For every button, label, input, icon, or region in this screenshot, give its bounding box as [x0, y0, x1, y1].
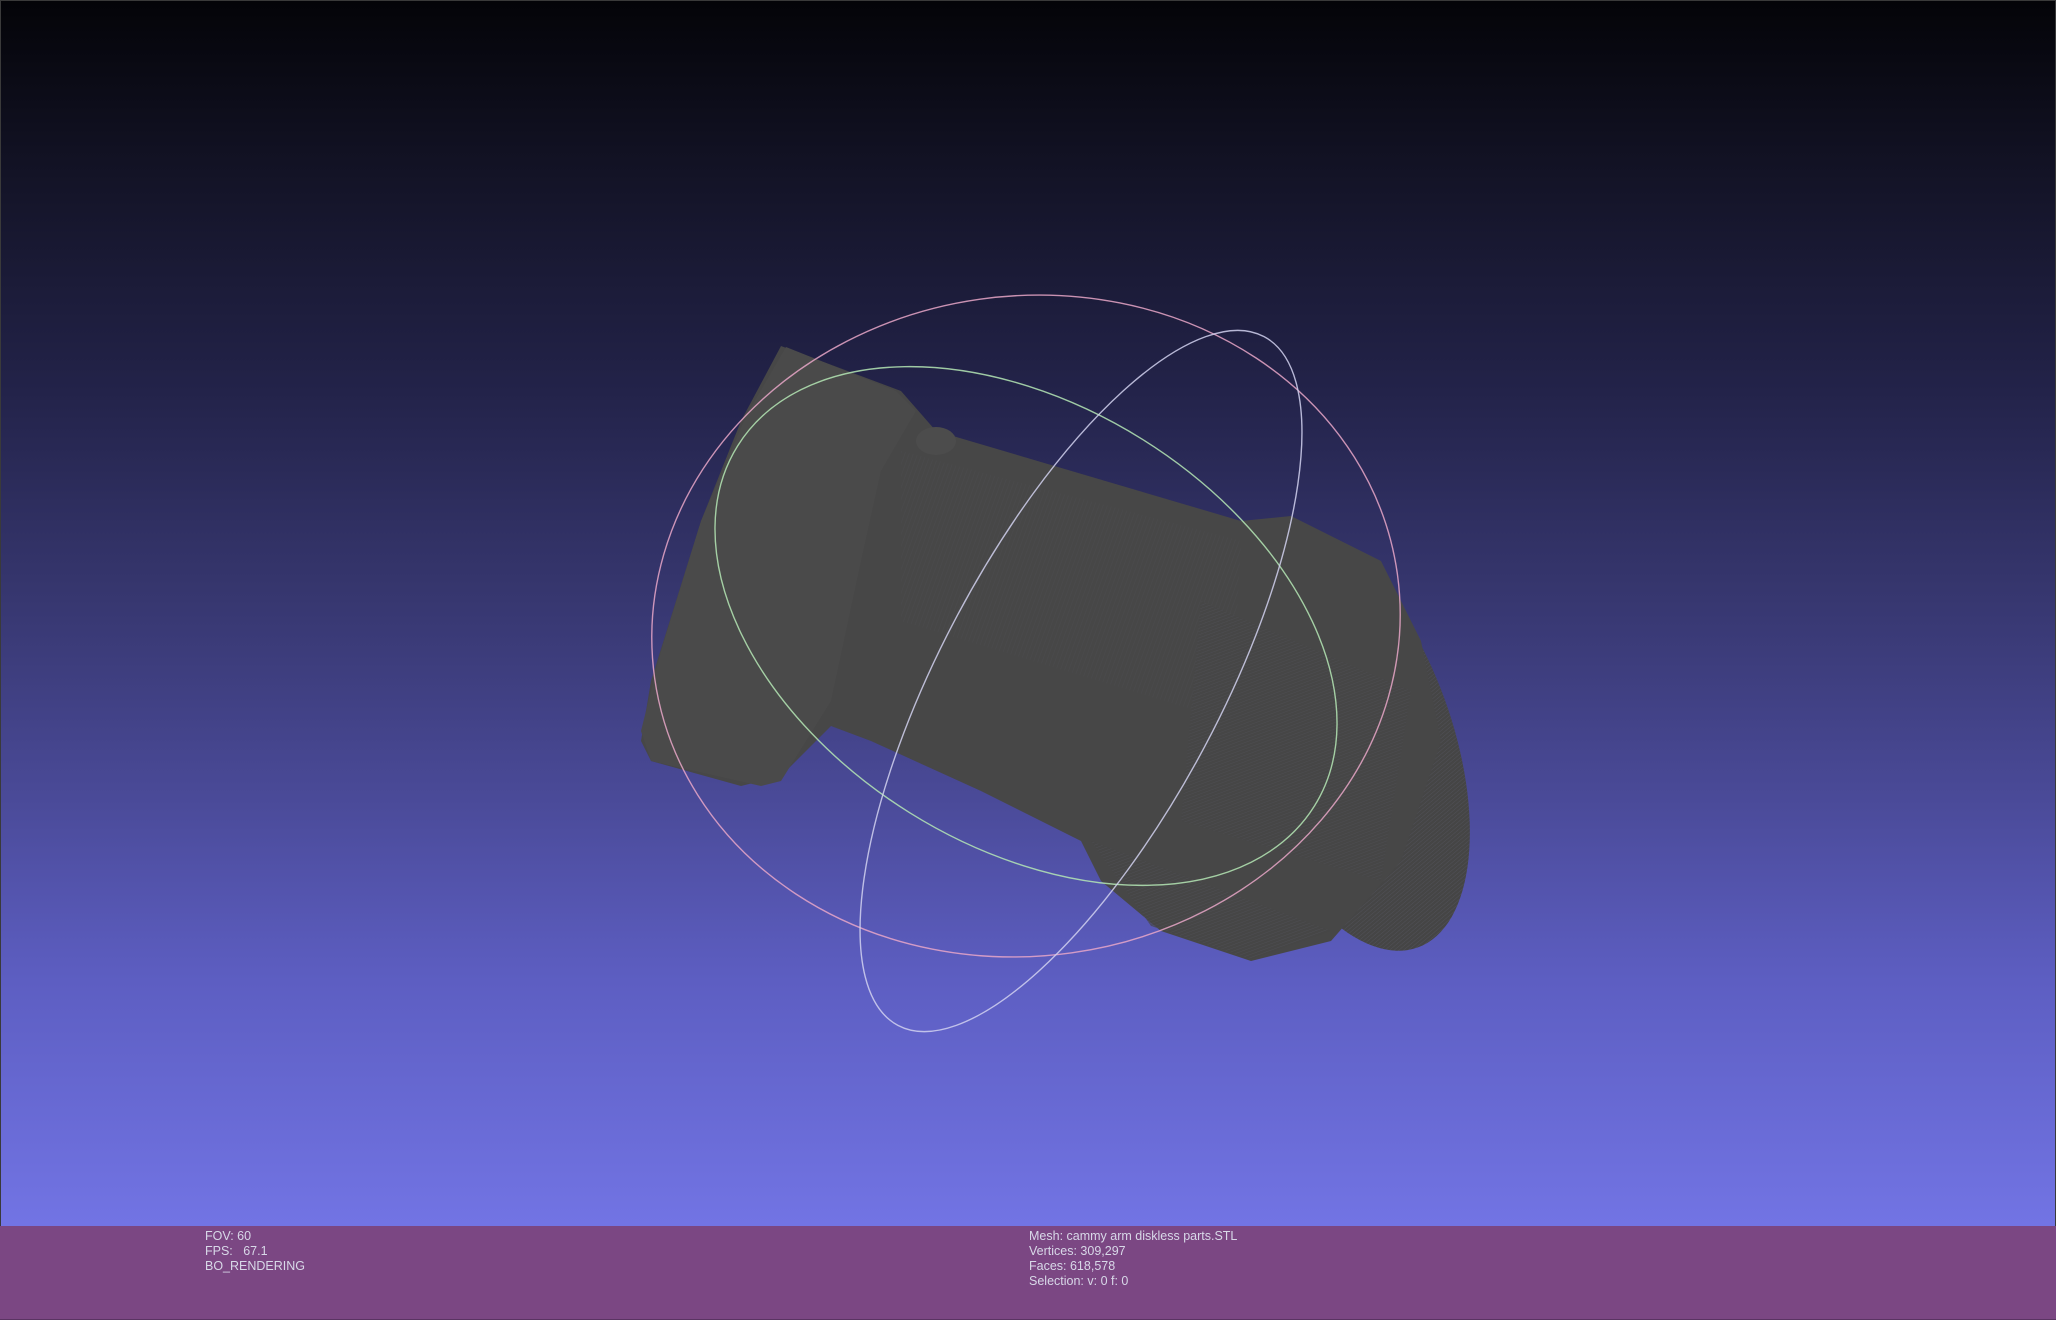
face-count: Faces: 618,578 — [1029, 1259, 1116, 1273]
scene-canvas[interactable] — [1, 1, 2056, 1227]
fps-readout: FPS: 67.1 — [205, 1244, 268, 1258]
vertex-count: Vertices: 309,297 — [1029, 1244, 1126, 1258]
mesh-info: Mesh: cammy arm diskless parts.STL Verti… — [1029, 1229, 1237, 1289]
selection-readout: Selection: v: 0 f: 0 — [1029, 1274, 1129, 1288]
status-info-bar: FOV: 60 FPS: 67.1 BO_RENDERING Mesh: cam… — [0, 1226, 2056, 1320]
3d-viewport[interactable] — [0, 0, 2056, 1226]
render-mode-readout: BO_RENDERING — [205, 1259, 306, 1273]
mesh-model[interactable] — [641, 346, 1521, 985]
fov-readout: FOV: 60 — [205, 1229, 252, 1243]
render-info: FOV: 60 FPS: 67.1 BO_RENDERING — [205, 1229, 305, 1274]
mesh-name: Mesh: cammy arm diskless parts.STL — [1029, 1229, 1238, 1243]
